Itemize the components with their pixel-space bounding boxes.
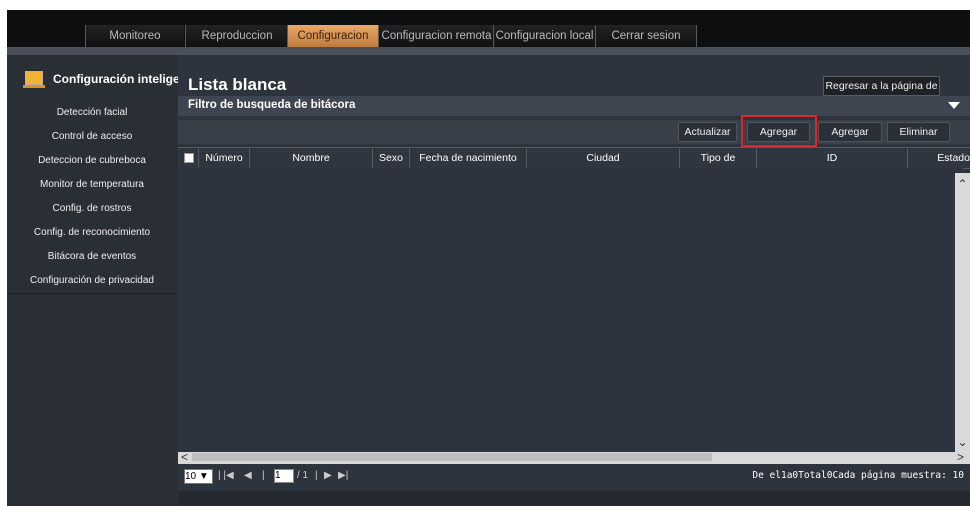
main-panel: Lista blanca Regresar a la página de Fil… — [178, 55, 970, 506]
sidebar-item-bitacora[interactable]: Bitácora de eventos — [7, 245, 177, 270]
highlight-box — [741, 115, 817, 147]
next-page-icon[interactable]: ▶ — [324, 470, 332, 481]
tab-reproduccion[interactable]: Reproduccion — [185, 25, 288, 47]
sidebar-item-cubreboca[interactable]: Deteccion de cubreboca — [7, 149, 177, 174]
pagination-bar: 10 ▼ | |◀ ◀ | 1 / 1 | ▶ ▶| De el1a0Total… — [178, 464, 970, 488]
col-estado[interactable]: Estado — [908, 148, 970, 168]
page-size-select[interactable]: 10 ▼ — [184, 469, 213, 484]
page-summary: De el1a0Total0Cada página muestra: 10 — [752, 470, 964, 481]
prev-page-icon[interactable]: ◀ — [244, 470, 252, 481]
table-body — [178, 168, 963, 452]
monitor-icon — [23, 71, 45, 88]
page-number-input[interactable]: 1 — [274, 469, 294, 483]
total-pages: / 1 — [297, 470, 309, 481]
scroll-left-icon[interactable]: < — [181, 450, 188, 464]
sidebar-item-privacidad[interactable]: Configuración de privacidad — [7, 269, 177, 294]
scroll-up-icon[interactable]: ⌃ — [955, 177, 970, 191]
separator: | — [262, 470, 265, 481]
sidebar-item-control-acceso[interactable]: Control de acceso — [7, 125, 177, 150]
page-size-value: 10 — [185, 471, 197, 482]
tab-configuracion[interactable]: Configuracion — [287, 25, 378, 47]
page-title: Lista blanca — [188, 75, 287, 94]
add-button-secondary[interactable]: Agregar — [818, 122, 882, 142]
tab-configuracion-local[interactable]: Configuracion local — [493, 25, 595, 47]
sidebar-item-deteccion-facial[interactable]: Detección facial — [7, 101, 177, 126]
delete-button[interactable]: Eliminar — [887, 122, 950, 142]
col-ciudad[interactable]: Ciudad — [527, 148, 680, 168]
top-navigation: Monitoreo Reproduccion Configuracion Con… — [7, 10, 970, 55]
last-page-icon[interactable]: ▶| — [338, 470, 348, 481]
col-tipo[interactable]: Tipo de — [680, 148, 757, 168]
sidebar-header-label: Configuración inteligente — [53, 72, 198, 86]
scroll-down-icon[interactable]: ⌄ — [955, 435, 970, 449]
filter-label: Filtro de busqueda de bitácora — [188, 99, 356, 111]
col-numero[interactable]: Número — [199, 148, 250, 168]
scroll-right-icon[interactable]: > — [957, 450, 964, 464]
chevron-down-icon[interactable] — [948, 102, 960, 109]
refresh-button[interactable]: Actualizar — [678, 122, 737, 142]
tab-monitoreo[interactable]: Monitoreo — [85, 25, 184, 47]
col-sexo[interactable]: Sexo — [373, 148, 410, 168]
col-fecha-nacimiento[interactable]: Fecha de nacimiento — [410, 148, 527, 168]
sidebar-item-temperatura[interactable]: Monitor de temperatura — [7, 173, 177, 198]
separator-2: | — [315, 470, 318, 481]
col-nombre[interactable]: Nombre — [250, 148, 373, 168]
filter-bar[interactable]: Filtro de busqueda de bitácora — [178, 96, 970, 116]
tab-cerrar-sesion[interactable]: Cerrar sesion — [595, 25, 697, 47]
table-header: Número Nombre Sexo Fecha de nacimiento C… — [178, 147, 970, 169]
first-page-icon[interactable]: | |◀ — [218, 470, 234, 481]
select-all-cell — [178, 148, 199, 168]
nav-divider — [7, 47, 970, 55]
back-button[interactable]: Regresar a la página de — [823, 76, 940, 96]
toolbar: Actualizar Agregar Agregar Eliminar — [178, 120, 970, 144]
vertical-scrollbar[interactable]: ⌃ ⌄ — [955, 173, 970, 453]
footer — [178, 491, 970, 506]
sidebar-header: Configuración inteligente — [7, 65, 198, 93]
scroll-thumb[interactable] — [192, 453, 712, 461]
col-id[interactable]: ID — [757, 148, 908, 168]
tab-configuracion-remota[interactable]: Configuracion remota — [378, 25, 494, 47]
horizontal-scrollbar[interactable]: < > — [178, 450, 970, 464]
select-all-checkbox[interactable] — [184, 153, 194, 163]
sidebar-item-reconocimiento[interactable]: Config. de reconocimiento — [7, 221, 177, 246]
sidebar-item-rostros[interactable]: Config. de rostros — [7, 197, 177, 222]
sidebar: Configuración inteligente Detección faci… — [7, 55, 198, 506]
